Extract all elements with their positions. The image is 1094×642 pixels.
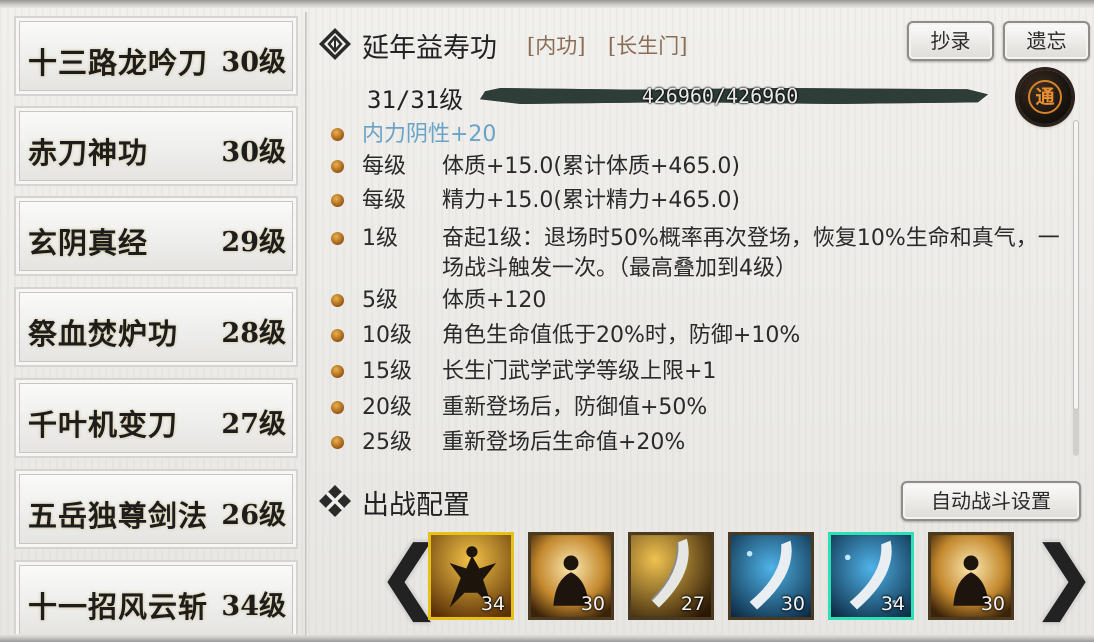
skill-list-item-name: 千叶机变刀 (28, 408, 179, 442)
skill-list-item-name: 祭血焚炉功 (28, 317, 179, 351)
bottom-border (0, 634, 1094, 642)
skill-list-item[interactable]: 祭血焚炉功 28级 (14, 287, 298, 367)
effect-description: 角色生命值低于20%时，防御+10% (442, 323, 801, 348)
skill-list: 十三路龙吟刀 30级 赤刀神功 30级 玄阴真经 29级 祭血焚炉功 28级 千… (14, 16, 300, 634)
exp-value: 426960/426960 (641, 84, 799, 108)
effect-level: 15级 (362, 359, 412, 384)
effect-description: 体质+15.0(累计体质+465.0) (442, 154, 740, 179)
skill-slot-count: 27 (680, 593, 705, 615)
bullet-icon (331, 365, 344, 378)
skill-list-item-level: 29级 (221, 227, 286, 258)
skill-list-item-level: 26级 (221, 500, 286, 531)
mastery-badge-char: 通 (1028, 80, 1062, 114)
effects-list: 内力阴性+20 每级 体质+15.0(累计体质+465.0) 每级 精力+15.… (325, 120, 1065, 465)
skill-slot[interactable]: 34 (428, 532, 514, 620)
effect-header: 内力阴性+20 (362, 122, 497, 147)
skill-slot-bar: ❮ 34 30 27 30 34 30 ❯ (376, 530, 1094, 626)
skill-list-item-level: 27级 (221, 409, 286, 440)
prev-arrow-icon[interactable]: ❮ (376, 536, 443, 620)
skill-list-item-level: 34级 (221, 591, 286, 622)
effect-level: 每级 (362, 154, 407, 179)
skill-list-item-name: 玄阴真经 (28, 226, 149, 260)
bullet-icon (331, 128, 344, 141)
bullet-icon (331, 329, 344, 342)
panel-divider (305, 12, 308, 636)
skill-list-item[interactable]: 十一招风云斩 34级 (14, 560, 298, 634)
effect-description: 长生门武学武学等级上限+1 (442, 359, 717, 384)
effect-description: 重新登场后，防御值+50% (442, 395, 708, 420)
skill-school-tag: [长生门] (608, 34, 688, 58)
skill-slot-count: 30 (780, 593, 805, 615)
skill-list-item-name: 十三路龙吟刀 (28, 46, 209, 80)
skill-slot[interactable]: 30 (928, 532, 1014, 620)
skill-list-item-level: 28级 (221, 318, 286, 349)
skill-slot-count: 34 (480, 593, 505, 615)
bullet-icon (331, 232, 344, 245)
skill-list-item[interactable]: 玄阴真经 29级 (14, 196, 298, 276)
skill-type-tag: [内功] (527, 34, 586, 58)
effect-description: 奋起1级：退场时50%概率再次登场，恢复10%生命和真气，一场战斗触发一次。（最… (442, 226, 1060, 281)
effect-description: 重新登场后生命值+20% (442, 430, 686, 455)
skill-slot-count: 34 (880, 593, 905, 615)
skill-slot[interactable]: 30 (728, 532, 814, 620)
skill-list-item[interactable]: 千叶机变刀 27级 (14, 378, 298, 458)
bullet-icon (331, 160, 344, 173)
skill-slot-count: 30 (580, 593, 605, 615)
effect-description: 精力+15.0(累计精力+465.0) (442, 188, 740, 213)
copy-button[interactable]: 抄录 (907, 21, 994, 61)
skill-level: 31/31级 (367, 86, 464, 114)
effects-scrollbar[interactable] (1073, 120, 1079, 456)
bullet-icon (331, 436, 344, 449)
skill-list-item[interactable]: 赤刀神功 30级 (14, 106, 298, 186)
forget-button[interactable]: 遗忘 (1003, 21, 1090, 61)
top-border (0, 0, 1094, 8)
scrollbar-thumb[interactable] (1073, 120, 1079, 410)
skill-list-item[interactable]: 十三路龙吟刀 30级 (14, 16, 298, 96)
effect-level: 1级 (362, 226, 398, 251)
effect-level: 10级 (362, 323, 412, 348)
skill-list-item[interactable]: 五岳独尊剑法 26级 (14, 469, 298, 549)
skill-list-item-level: 30级 (221, 137, 286, 168)
next-arrow-icon[interactable]: ❯ (1030, 536, 1094, 620)
skill-list-item-name: 十一招风云斩 (28, 590, 209, 624)
bullet-icon (331, 194, 344, 207)
effect-level: 20级 (362, 395, 412, 420)
skill-list-item-name: 五岳独尊剑法 (28, 499, 209, 533)
auto-battle-settings-button[interactable]: 自动战斗设置 (901, 481, 1081, 521)
skill-slot-count: 30 (980, 593, 1005, 615)
skill-list-item-level: 30级 (221, 47, 286, 78)
skill-slot[interactable]: 30 (528, 532, 614, 620)
mastery-badge-icon[interactable]: 通 (1018, 70, 1072, 124)
skill-title: 延年益寿功 (362, 33, 497, 64)
skill-slot[interactable]: 27 (628, 532, 714, 620)
skill-list-item-name: 赤刀神功 (28, 136, 149, 170)
crossed-swords-icon (319, 485, 351, 517)
bullet-icon (331, 401, 344, 414)
skill-slot[interactable]: 34 (828, 532, 914, 620)
effect-level: 每级 (362, 188, 407, 213)
effect-level: 25级 (362, 430, 412, 455)
bullet-icon (331, 294, 344, 307)
effect-description: 体质+120 (442, 288, 547, 313)
skill-emblem-icon (319, 28, 351, 60)
effect-level: 5级 (362, 288, 398, 313)
battle-config-title: 出战配置 (362, 490, 470, 521)
